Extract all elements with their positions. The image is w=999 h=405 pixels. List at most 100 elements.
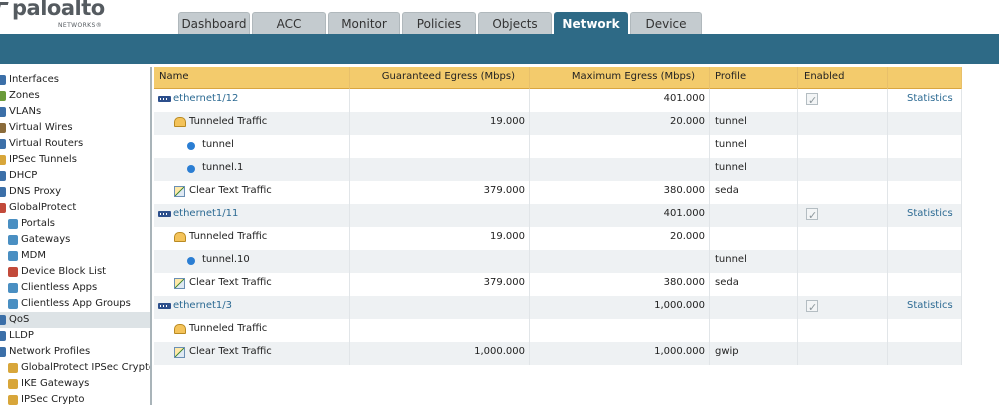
interface-link[interactable]: ethernet1/3: [173, 296, 232, 316]
guaranteed-egress-cell: 379.000: [350, 181, 530, 204]
maximum-egress-cell: 401.000: [530, 204, 710, 227]
virtual-wires-icon: [0, 123, 6, 133]
statistics-cell: [888, 181, 962, 204]
table-row: Tunneled Traffic: [154, 319, 962, 342]
sidebar-item-gateways[interactable]: Gateways: [0, 232, 150, 248]
tab-acc[interactable]: ACC: [252, 12, 326, 34]
vlans-icon: [0, 107, 6, 117]
sidebar-item-network-profiles[interactable]: Network Profiles: [0, 344, 150, 360]
sidebar-item-label: DHCP: [9, 170, 38, 181]
sidebar-item-vlans[interactable]: VLANs: [0, 104, 150, 120]
guaranteed-egress-cell: 19.000: [350, 227, 530, 250]
statistics-cell: [888, 250, 962, 273]
profile-cell: tunnel: [710, 112, 798, 135]
entry-name: tunnel.10: [202, 254, 250, 265]
sidebar-item-ipsec-crypto[interactable]: IPSec Crypto: [0, 392, 150, 405]
sidebar-item-clientless-apps[interactable]: Clientless Apps: [0, 280, 150, 296]
sidebar-item-zones[interactable]: Zones: [0, 88, 150, 104]
maximum-egress-cell: 1,000.000: [530, 296, 710, 319]
statistics-link[interactable]: Statistics: [907, 93, 953, 104]
interface-link[interactable]: ethernet1/12: [173, 89, 238, 109]
enabled-cell: [798, 204, 888, 227]
column-header-guaranteed-egress-mbps: Guaranteed Egress (Mbps): [350, 67, 530, 89]
statistics-cell: [888, 158, 962, 181]
sidebar-item-dns-proxy[interactable]: DNS Proxy: [0, 184, 150, 200]
sidebar-item-label: Clientless Apps: [21, 282, 98, 293]
table-row: tunnel.10 tunnel: [154, 250, 962, 273]
name-cell: Tunneled Traffic: [154, 112, 350, 135]
enabled-cell: [798, 250, 888, 273]
sidebar-item-ike-gateways[interactable]: IKE Gateways: [0, 376, 150, 392]
sidebar-item-device-block-list[interactable]: Device Block List: [0, 264, 150, 280]
ike-gateways-icon: [8, 379, 18, 389]
tab-monitor[interactable]: Monitor: [328, 12, 400, 34]
sidebar-item-globalprotect-ipsec-crypto[interactable]: GlobalProtect IPSec Crypto: [0, 360, 150, 376]
sidebar-item-mdm[interactable]: MDM: [0, 248, 150, 264]
statistics-link[interactable]: Statistics: [907, 208, 953, 219]
sidebar-item-label: Device Block List: [21, 266, 107, 277]
guaranteed-egress-cell: 379.000: [350, 273, 530, 296]
sidebar-item-label: DNS Proxy: [9, 186, 62, 197]
sidebar-item-interfaces[interactable]: Interfaces: [0, 72, 150, 88]
tunnel-lock-icon: [174, 232, 186, 242]
sidebar-item-label: VLANs: [9, 106, 42, 117]
tunnel-node-icon: [187, 142, 195, 150]
interface-link[interactable]: ethernet1/11: [173, 204, 238, 224]
sidebar-item-clientless-app-groups[interactable]: Clientless App Groups: [0, 296, 150, 312]
column-header-name: Name: [154, 67, 350, 89]
enabled-cell: [798, 342, 888, 365]
table-row: Clear Text Traffic 379.000 380.000 seda: [154, 273, 962, 296]
enabled-cell: [798, 319, 888, 342]
clientless-apps-icon: [8, 283, 18, 293]
sidebar-item-lldp[interactable]: LLDP: [0, 328, 150, 344]
sidebar-item-label: GlobalProtect IPSec Crypto: [21, 362, 152, 373]
name-cell: Clear Text Traffic: [154, 273, 350, 296]
tab-dashboard[interactable]: Dashboard: [178, 12, 250, 34]
table-row: Tunneled Traffic 19.000 20.000: [154, 227, 962, 250]
tab-network[interactable]: Network: [554, 12, 628, 34]
name-cell: tunnel.10: [154, 250, 350, 273]
clear-text-icon: [174, 186, 185, 197]
table-header: Name Guaranteed Egress (Mbps) Maximum Egre…: [154, 67, 962, 89]
enabled-cell: [798, 112, 888, 135]
sidebar-item-ipsec-tunnels[interactable]: IPSec Tunnels: [0, 152, 150, 168]
sidebar-item-dhcp[interactable]: DHCP: [0, 168, 150, 184]
sidebar-item-qos[interactable]: QoS: [0, 312, 150, 328]
statistics-cell: Statistics: [888, 204, 962, 227]
statistics-cell: [888, 112, 962, 135]
tab-objects[interactable]: Objects: [478, 12, 552, 34]
enabled-checkbox[interactable]: [806, 298, 818, 318]
profile-cell: [710, 296, 798, 319]
name-cell: tunnel: [154, 135, 350, 158]
qos-table: Name Guaranteed Egress (Mbps) Maximum Egre…: [154, 67, 999, 405]
entry-name: Tunneled Traffic: [189, 231, 268, 242]
statistics-link[interactable]: Statistics: [907, 300, 953, 311]
table-row: Tunneled Traffic 19.000 20.000 tunnel: [154, 112, 962, 135]
ipsec-crypto-icon: [8, 395, 18, 405]
paloalto-logo-mark-icon: [0, 2, 9, 14]
sidebar-item-label: Portals: [21, 218, 55, 229]
profile-cell: [710, 204, 798, 227]
sidebar-item-portals[interactable]: Portals: [0, 216, 150, 232]
tunnel-lock-icon: [174, 117, 186, 127]
sidebar-item-label: Gateways: [21, 234, 71, 245]
maximum-egress-cell: [530, 135, 710, 158]
table-row: tunnel tunnel: [154, 135, 962, 158]
enabled-checkbox[interactable]: [806, 91, 818, 111]
entry-name: tunnel: [202, 139, 234, 150]
profile-cell: [710, 227, 798, 250]
tab-device[interactable]: Device: [630, 12, 702, 34]
sidebar-item-globalprotect[interactable]: GlobalProtect: [0, 200, 150, 216]
enabled-cell: [798, 135, 888, 158]
enabled-checkbox[interactable]: [806, 206, 818, 226]
sidebar-item-virtual-routers[interactable]: Virtual Routers: [0, 136, 150, 152]
portals-icon: [8, 219, 18, 229]
sidebar-item-label: Virtual Wires: [9, 122, 73, 133]
tab-policies[interactable]: Policies: [402, 12, 476, 34]
context-bar: [0, 34, 999, 64]
device-block-list-icon: [8, 267, 18, 277]
entry-name: Clear Text Traffic: [189, 277, 272, 288]
enabled-cell: [798, 273, 888, 296]
sidebar-item-virtual-wires[interactable]: Virtual Wires: [0, 120, 150, 136]
profile-cell: tunnel: [710, 250, 798, 273]
